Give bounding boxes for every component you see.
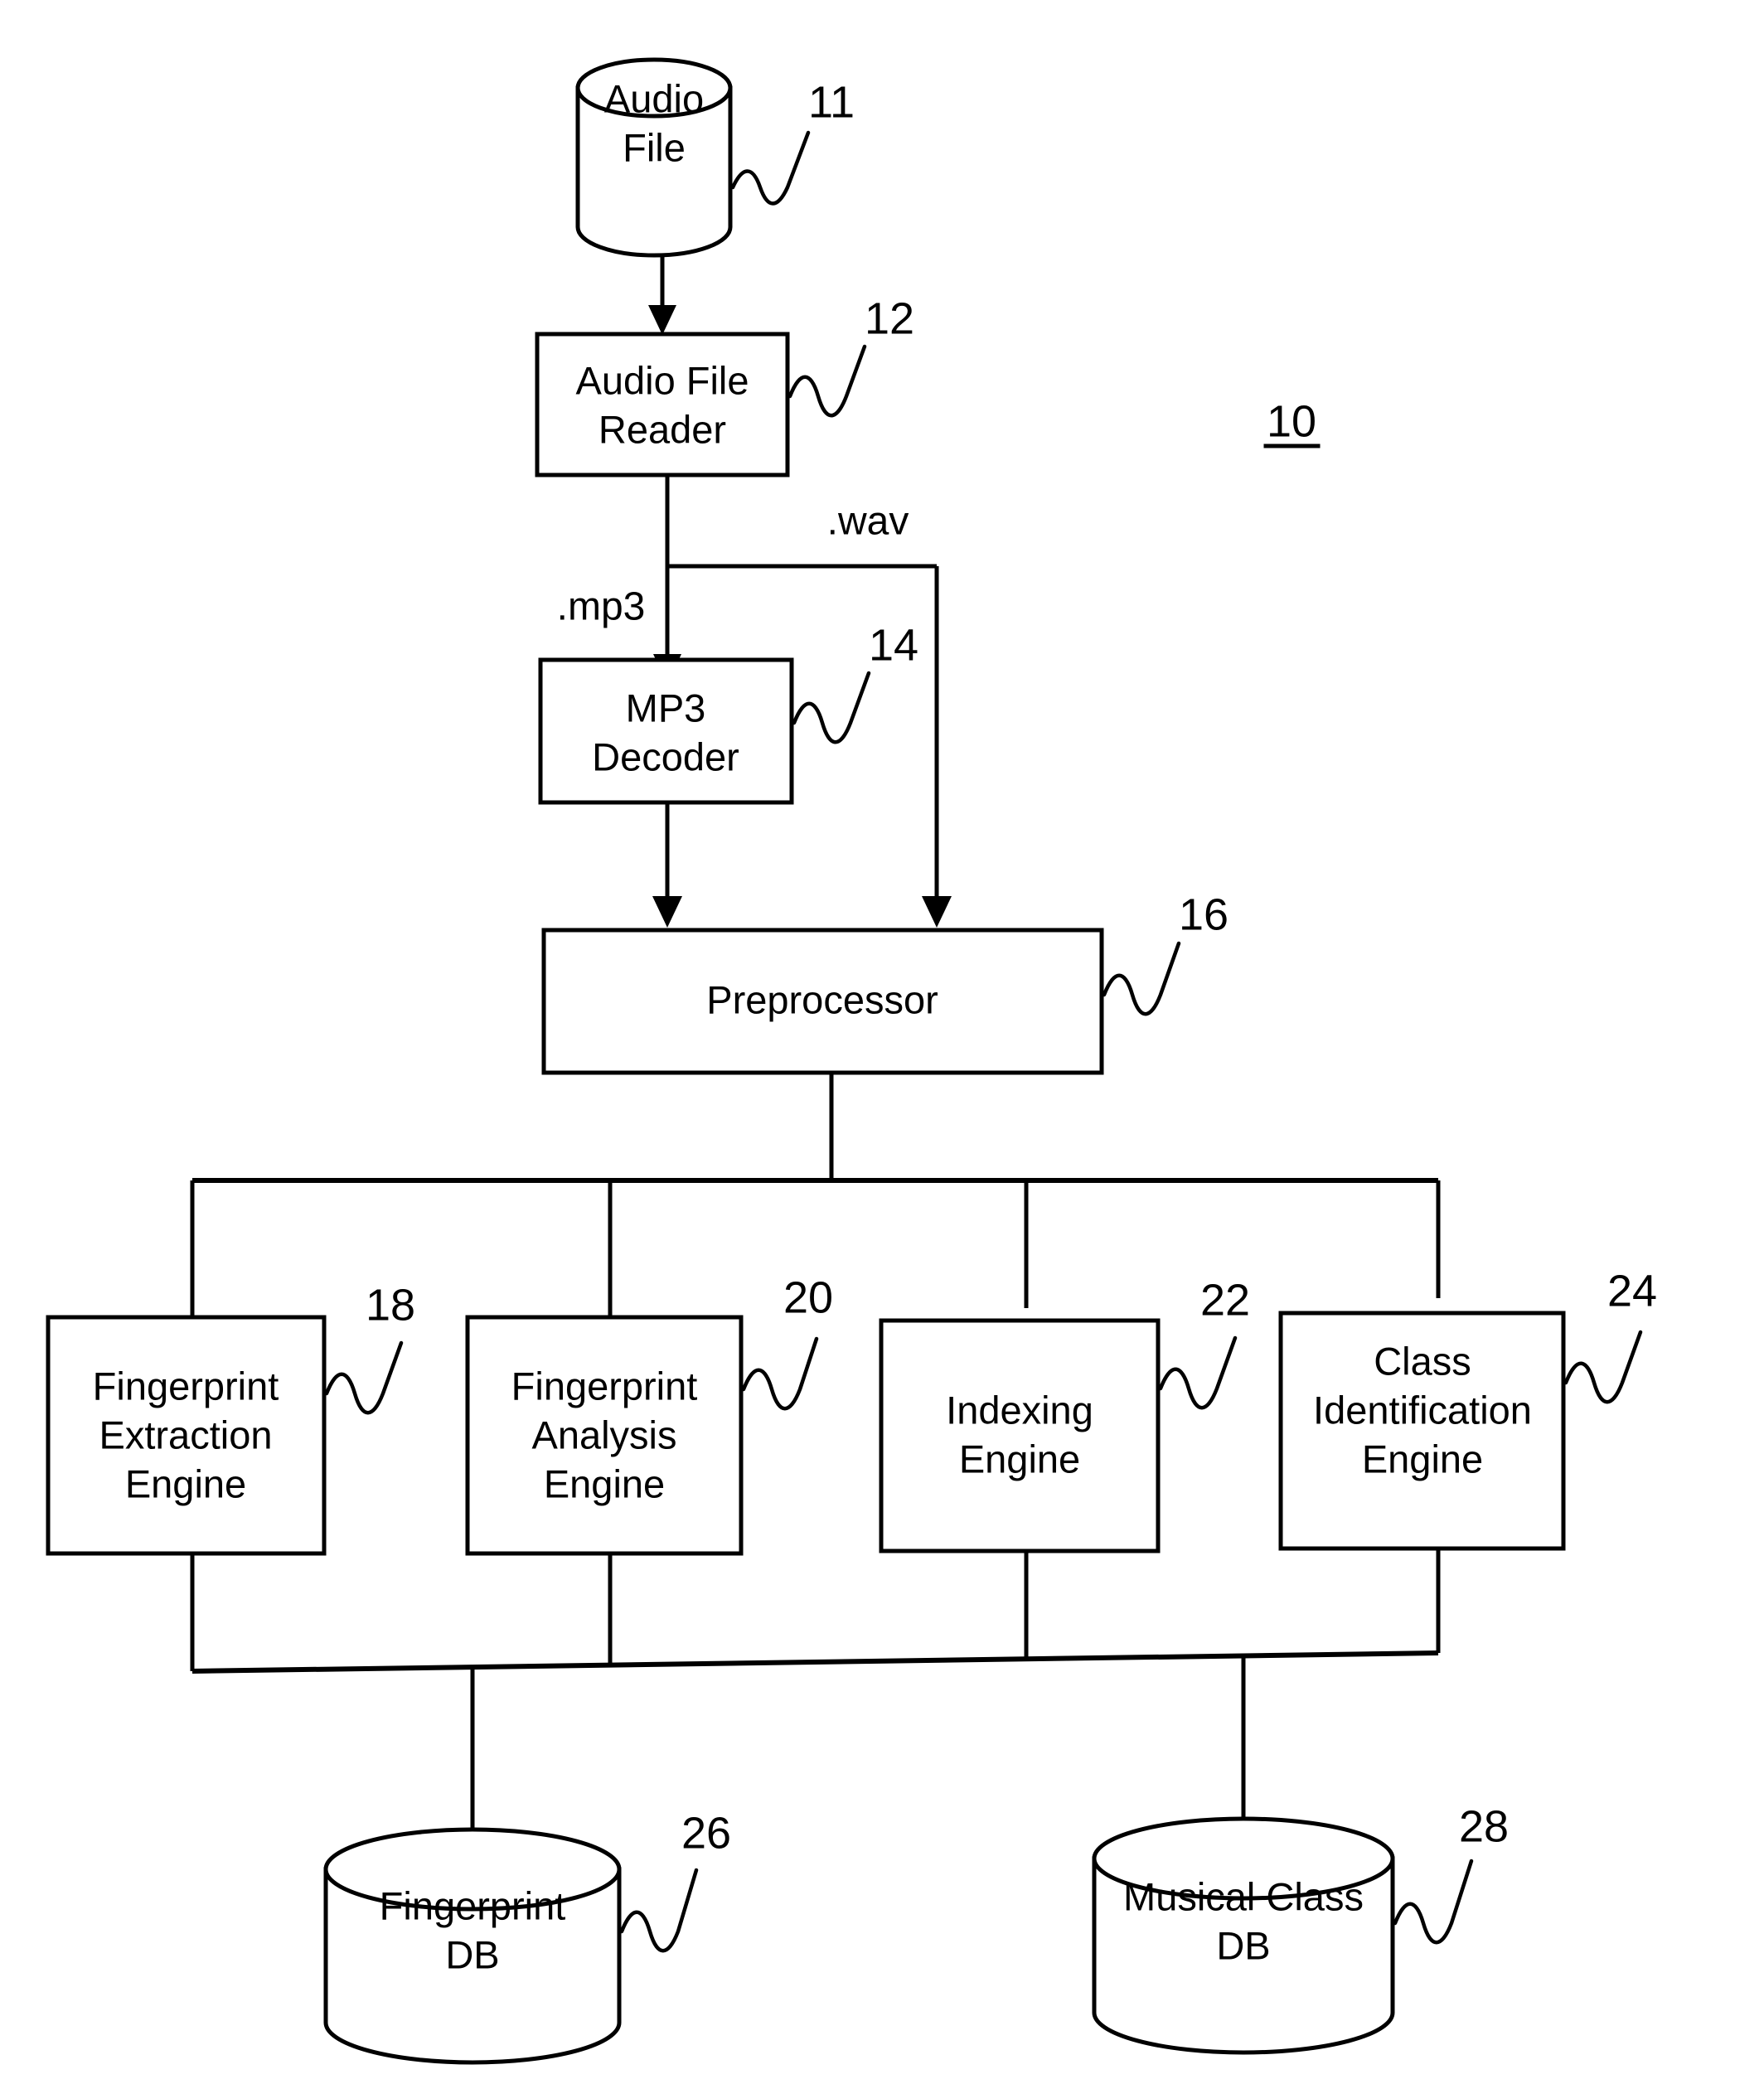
engine-bottom-bus-line bbox=[191, 1650, 1439, 1674]
reference-number-12: 12 bbox=[865, 293, 914, 343]
leader-22: 22 bbox=[1158, 1275, 1250, 1410]
node-audio-file: Audio File bbox=[575, 57, 733, 258]
reference-number-26: 26 bbox=[681, 1808, 731, 1858]
node-fingerprint-db: Fingerprint DB bbox=[323, 1827, 622, 2065]
leader-26: 26 bbox=[619, 1808, 731, 1953]
reference-number-11: 11 bbox=[808, 77, 855, 127]
class-identification-label-line3: Engine bbox=[1362, 1437, 1483, 1481]
leader-squiggle-26 bbox=[619, 1868, 699, 1953]
fingerprint-extraction-label-line1: Fingerprint bbox=[93, 1364, 279, 1408]
arrowhead-into-audio-file-reader bbox=[648, 305, 676, 335]
fingerprint-extraction-label-line3: Engine bbox=[125, 1461, 246, 1505]
mp3-decoder-label-line2: Decoder bbox=[592, 734, 739, 778]
reference-number-16: 16 bbox=[1179, 889, 1228, 939]
leader-squiggle-28 bbox=[1393, 1859, 1474, 1945]
leader-14: 14 bbox=[792, 620, 918, 744]
fingerprint-db-label-line2: DB bbox=[445, 1932, 499, 1976]
audio-file-label-line1: Audio bbox=[604, 76, 704, 120]
indexing-engine-label-line2: Engine bbox=[959, 1437, 1080, 1481]
audio-file-reader-label-line2: Reader bbox=[598, 407, 726, 451]
leader-squiggle-11 bbox=[730, 130, 811, 206]
leader-18: 18 bbox=[324, 1280, 415, 1415]
audio-file-reader-label-line1: Audio File bbox=[576, 358, 749, 402]
node-audio-file-reader: Audio File Reader bbox=[535, 332, 790, 477]
reference-number-20: 20 bbox=[783, 1272, 833, 1322]
system-block-diagram: 10 Audio File 11 Audio File Reader 12 .w… bbox=[46, 57, 1657, 2065]
leader-squiggle-14 bbox=[792, 671, 871, 744]
edge-label-mp3: .mp3 bbox=[557, 585, 646, 629]
reference-number-28: 28 bbox=[1459, 1801, 1509, 1851]
fingerprint-analysis-label-line2: Analysis bbox=[531, 1413, 676, 1456]
edge-label-wav: .wav bbox=[827, 500, 909, 544]
indexing-engine-label-line1: Indexing bbox=[946, 1388, 1093, 1432]
class-identification-label-line1: Class bbox=[1374, 1339, 1471, 1383]
node-preprocessor: Preprocessor bbox=[541, 928, 1104, 1075]
leader-squiggle-16 bbox=[1102, 941, 1181, 1016]
musical-class-db-label-line2: DB bbox=[1216, 1923, 1270, 1967]
leader-squiggle-18 bbox=[324, 1340, 404, 1415]
audio-file-label-line2: File bbox=[623, 125, 686, 169]
leader-24: 24 bbox=[1563, 1266, 1657, 1404]
node-fingerprint-analysis-engine: Fingerprint Analysis Engine bbox=[465, 1315, 744, 1556]
fingerprint-analysis-label-line3: Engine bbox=[544, 1461, 665, 1505]
musical-class-db-label-line1: Musical Class bbox=[1123, 1874, 1364, 1918]
class-identification-label-line2: Identification bbox=[1313, 1388, 1532, 1432]
engine-bottom-bus bbox=[191, 1650, 1439, 1844]
connector-audiofile-to-reader bbox=[648, 255, 676, 335]
leader-squiggle-22 bbox=[1158, 1335, 1238, 1410]
leader-28: 28 bbox=[1393, 1801, 1509, 1945]
reference-number-22: 22 bbox=[1200, 1275, 1250, 1325]
node-musical-class-db: Musical Class DB bbox=[1092, 1816, 1395, 2055]
fingerprint-analysis-label-line1: Fingerprint bbox=[511, 1364, 698, 1408]
leader-11: 11 bbox=[730, 77, 855, 206]
node-fingerprint-extraction-engine: Fingerprint Extraction Engine bbox=[46, 1315, 327, 1556]
figure-reference-10-label: 10 bbox=[1267, 396, 1316, 446]
leader-12: 12 bbox=[788, 293, 914, 418]
node-mp3-decoder: MP3 Decoder bbox=[538, 657, 794, 805]
mp3-decoder-label-line1: MP3 bbox=[626, 686, 706, 729]
arrowhead-wav-into-preprocessor bbox=[922, 896, 952, 928]
figure-reference-10: 10 bbox=[1263, 396, 1321, 448]
preprocessor-label: Preprocessor bbox=[706, 977, 938, 1021]
leader-squiggle-24 bbox=[1563, 1330, 1643, 1404]
reference-number-24: 24 bbox=[1607, 1266, 1657, 1316]
arrowhead-mp3-into-preprocessor bbox=[652, 896, 682, 928]
leader-squiggle-12 bbox=[788, 344, 867, 418]
indexing-engine-box bbox=[879, 1318, 1161, 1553]
fingerprint-extraction-label-line2: Extraction bbox=[99, 1413, 273, 1456]
fingerprint-db-label-line1: Fingerprint bbox=[380, 1883, 566, 1927]
audio-file-reader-box bbox=[535, 332, 790, 477]
connector-decoder-to-preprocessor bbox=[652, 802, 682, 928]
patent-figure-page: 10 Audio File 11 Audio File Reader 12 .w… bbox=[0, 0, 1764, 2084]
reference-number-14: 14 bbox=[869, 620, 918, 670]
leader-squiggle-20 bbox=[741, 1336, 819, 1411]
reference-number-18: 18 bbox=[366, 1280, 415, 1330]
leader-16: 16 bbox=[1102, 889, 1228, 1016]
mp3-decoder-box bbox=[538, 657, 794, 805]
leader-20: 20 bbox=[741, 1272, 833, 1411]
node-indexing-engine: Indexing Engine bbox=[879, 1318, 1161, 1553]
node-class-identification-engine: Class Identification Engine bbox=[1278, 1311, 1566, 1551]
